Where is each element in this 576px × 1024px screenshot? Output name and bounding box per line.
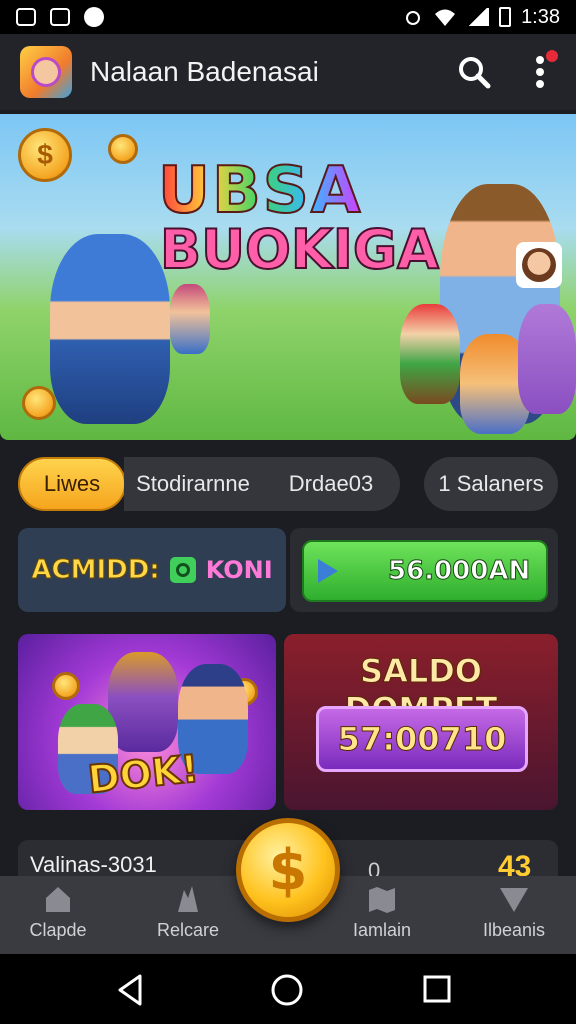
- chat-notification-icon: [84, 7, 104, 27]
- recents-icon[interactable]: [422, 974, 452, 1004]
- nav-item-ilbeanis[interactable]: Ilbeanis: [464, 884, 564, 950]
- nav-label: Clapde: [29, 920, 87, 940]
- nav-label: Relcare: [156, 920, 220, 940]
- robot-character: [108, 652, 178, 752]
- map-icon: [369, 887, 395, 913]
- tab-stodirarnne[interactable]: Stodirarnne: [124, 471, 262, 497]
- hero-banner[interactable]: $ UBSA BUOKIGA: [0, 114, 576, 440]
- nav-item-relcare[interactable]: Relcare: [138, 884, 238, 950]
- game-card-dok[interactable]: DOK!: [18, 634, 276, 810]
- coin-button[interactable]: $: [236, 818, 340, 922]
- alarm-icon: [406, 11, 421, 25]
- home-icon: [46, 887, 70, 912]
- play-button[interactable]: 56.000AN: [302, 540, 548, 602]
- promo-code: KONI: [205, 556, 273, 584]
- small-character: [170, 284, 210, 354]
- wallet-balance-card[interactable]: SALDO DOMPET 57:00710: [284, 634, 558, 810]
- nav-label: Iamlain: [352, 920, 412, 940]
- list-item-label: Valinas-3031: [30, 852, 157, 877]
- app-notification-icon: [50, 8, 70, 26]
- coin-icon: $: [18, 128, 72, 182]
- tab-drdae03[interactable]: Drdae03: [262, 471, 400, 497]
- tab-salaners[interactable]: 1 Salaners: [424, 457, 558, 511]
- shield-icon: [500, 888, 528, 912]
- promo-label: ACMIDD:: [31, 555, 160, 586]
- app-logo: [20, 46, 72, 98]
- small-character: [400, 304, 460, 404]
- search-icon[interactable]: [456, 54, 492, 90]
- promo-code-card[interactable]: ACMIDD: KONI: [18, 528, 286, 612]
- nav-item-iamlain[interactable]: Iamlain: [332, 884, 432, 950]
- play-amount: 56.000AN: [387, 556, 531, 587]
- knight-character: [50, 234, 170, 424]
- tab-bar: Liwes Stodirarnne Drdae03 1 Salaners: [18, 457, 558, 511]
- back-icon[interactable]: [112, 972, 148, 1008]
- app-title: Nalaan Badenasai: [90, 56, 319, 87]
- trophy-icon: [178, 886, 198, 912]
- wifi-icon: [435, 9, 456, 26]
- coin-icon: [52, 672, 80, 700]
- notification-badge: [546, 50, 558, 62]
- play-card: 56.000AN: [290, 528, 558, 612]
- play-icon: [318, 559, 338, 583]
- status-bar: 1:38: [0, 0, 576, 34]
- clock: 1:38: [521, 5, 560, 28]
- copy-icon[interactable]: [169, 557, 196, 583]
- nav-item-clapde[interactable]: Clapde: [8, 884, 108, 950]
- home-button-icon[interactable]: [268, 972, 306, 1008]
- tab-lives[interactable]: Liwes: [18, 457, 126, 511]
- avatar[interactable]: [516, 242, 562, 288]
- tab-group: Stodirarnne Drdae03: [124, 457, 400, 511]
- wallet-value-box: 57:00710: [316, 706, 528, 772]
- coin-icon: [22, 386, 56, 420]
- signal-icon: [467, 8, 490, 26]
- battery-icon: [499, 7, 512, 27]
- wallet-value: 57:00710: [337, 720, 507, 759]
- purple-character: [518, 304, 576, 414]
- hero-title: UBSA: [157, 153, 363, 229]
- hero-subtitle: BUOKIGA: [159, 217, 440, 282]
- system-navigation: [0, 954, 576, 1024]
- coin-icon: [108, 134, 138, 164]
- gallery-notification-icon: [16, 8, 36, 26]
- app-bar: Nalaan Badenasai: [0, 34, 576, 110]
- nav-label: Ilbeanis: [482, 920, 546, 940]
